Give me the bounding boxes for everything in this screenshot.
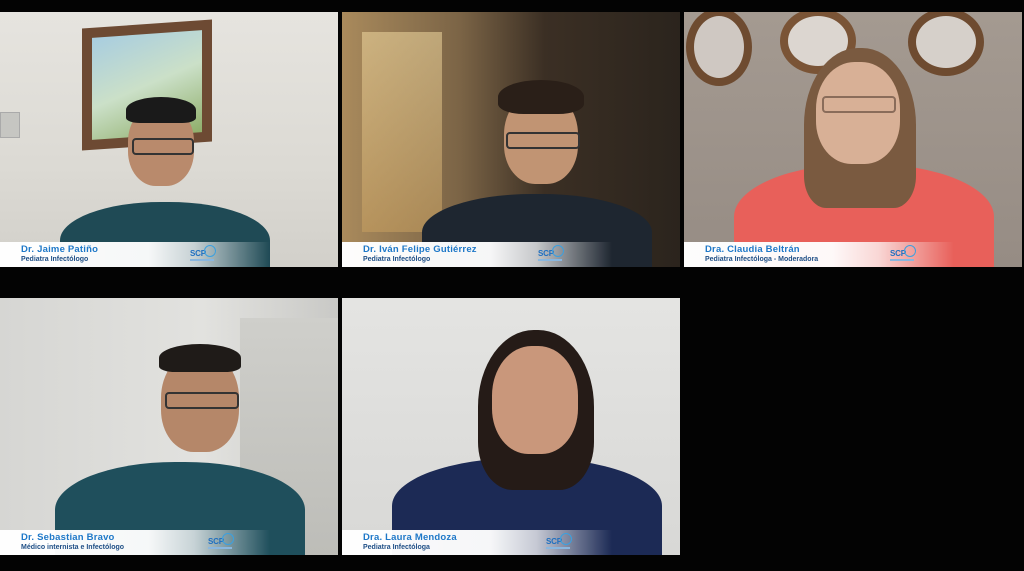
video-tile-laura-mendoza[interactable]: Dra. Laura Mendoza Pediatra Infectóloga … [342,298,680,555]
participant-video [60,92,270,267]
participant-name: Dr. Sebastian Bravo [21,532,115,543]
scp-logo: SCP [208,533,234,551]
participant-video [55,342,305,555]
scp-logo: SCP [546,533,572,551]
video-tile-ivan-felipe-gutierrez[interactable]: Dr. Iván Felipe Gutiérrez Pediatra Infec… [342,12,680,267]
participant-role: Médico internista e Infectólogo [21,544,125,551]
video-tile-sebastian-bravo[interactable]: Dr. Sebastian Bravo Médico internista e … [0,298,338,555]
participant-name: Dra. Laura Mendoza [363,532,457,543]
participant-name: Dra. Claudia Beltrán [705,244,800,255]
participant-video [422,72,652,267]
name-plate: Dra. Claudia Beltrán Pediatra Infectólog… [684,242,955,267]
participant-video [734,48,994,267]
participant-role: Pediatra Infectólogo [363,256,431,263]
video-tile-jaime-patino[interactable]: Dr. Jaime Patiño Pediatra Infectólogo SC… [0,12,338,267]
participant-video [392,328,662,555]
name-plate: Dr. Iván Felipe Gutiérrez Pediatra Infec… [342,242,613,267]
scp-logo: SCP [890,245,916,263]
name-plate: Dr. Jaime Patiño Pediatra Infectólogo SC… [0,242,271,267]
name-plate: Dr. Sebastian Bravo Médico internista e … [0,530,271,555]
scp-logo: SCP [538,245,564,263]
participant-role: Pediatra Infectóloga [363,544,430,551]
participant-name: Dr. Jaime Patiño [21,244,99,255]
participant-name: Dr. Iván Felipe Gutiérrez [363,244,477,255]
empty-grid-slot [684,298,1022,555]
video-tile-claudia-beltran[interactable]: Dra. Claudia Beltrán Pediatra Infectólog… [684,12,1022,267]
name-plate: Dra. Laura Mendoza Pediatra Infectóloga … [342,530,613,555]
participant-role: Pediatra Infectóloga - Moderadora [705,256,819,263]
wall-switch [0,112,20,138]
scp-logo: SCP [190,245,216,263]
participant-role: Pediatra Infectólogo [21,256,89,263]
